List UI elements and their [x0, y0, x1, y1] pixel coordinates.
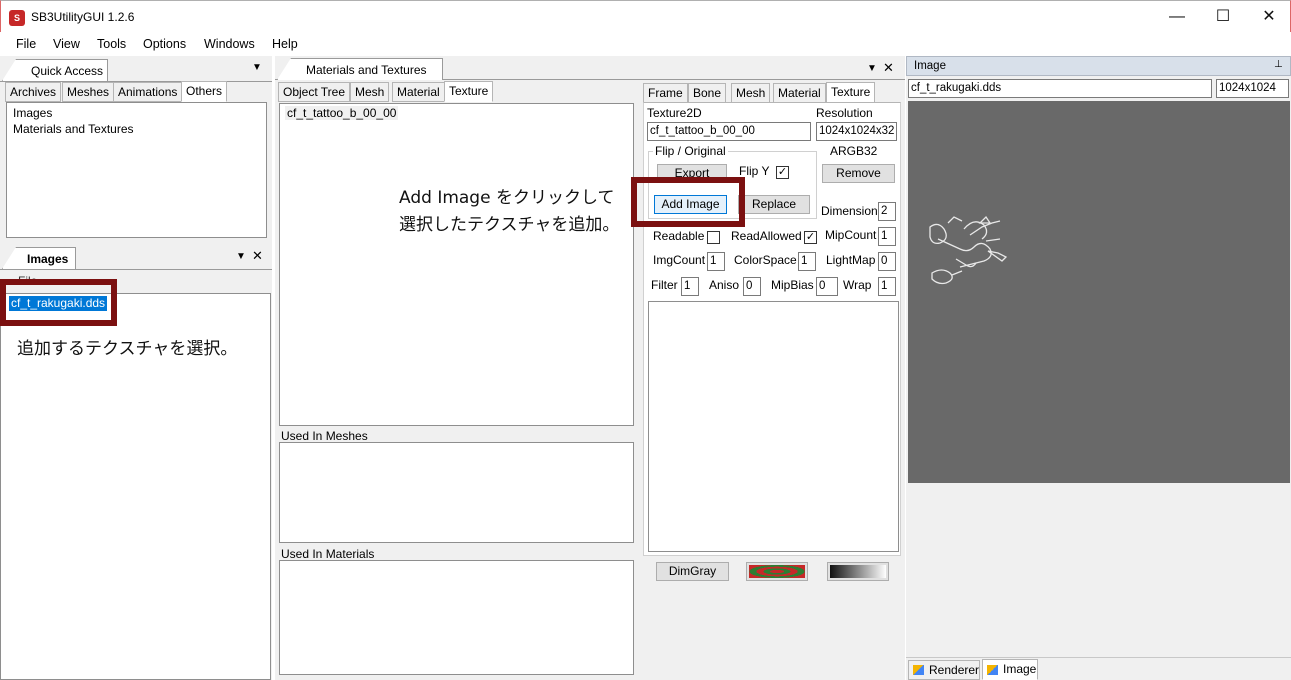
dimgray-button[interactable]: DimGray: [656, 562, 729, 581]
texture2d-field[interactable]: cf_t_tattoo_b_00_00: [647, 122, 811, 141]
used-in-materials-label: Used In Materials: [281, 547, 375, 561]
tab-mesh[interactable]: Mesh: [350, 82, 390, 102]
menu-bar: File View Tools Options Windows Help: [0, 32, 1291, 56]
wrap-field[interactable]: 1: [878, 277, 896, 296]
readable-checkbox[interactable]: [707, 231, 720, 244]
readallowed-label: ReadAllowed: [731, 229, 802, 243]
texture-preview-area: [648, 301, 899, 552]
texture2d-label: Texture2D: [647, 106, 702, 120]
materials-textures-tab[interactable]: Materials and Textures: [277, 58, 443, 80]
maximize-button[interactable]: ☐: [1200, 1, 1246, 33]
image-panel-header: Image ⊥: [906, 56, 1291, 76]
images-tab[interactable]: Images: [2, 247, 76, 269]
window-title: SB3UtilityGUI 1.2.6: [31, 10, 135, 24]
flip-y-label: Flip Y: [739, 164, 770, 178]
annotation-highlight-add-image: [631, 177, 745, 227]
quick-access-tab[interactable]: Quick Access: [2, 59, 108, 81]
lightmap-label: LightMap: [826, 253, 876, 267]
image-tab-icon: [987, 665, 998, 675]
bottom-tab-strip: Renderer Image: [906, 657, 1291, 680]
menu-tools[interactable]: Tools: [97, 37, 126, 51]
used-in-meshes-list: [279, 442, 634, 543]
mipbias-label: MipBias: [771, 278, 814, 292]
tab-material[interactable]: Material: [392, 82, 445, 102]
replace-button[interactable]: Replace: [738, 195, 810, 214]
used-in-meshes-label: Used In Meshes: [281, 429, 368, 443]
annotation-add-image-line1: Add Image をクリックして: [399, 188, 615, 208]
tab-archives[interactable]: Archives: [5, 82, 62, 102]
tab-object-tree[interactable]: Object Tree: [278, 82, 351, 102]
mipcount-field[interactable]: 1: [878, 227, 896, 246]
dimension-field[interactable]: 2: [878, 202, 896, 221]
dropdown-icon[interactable]: ▼: [867, 63, 877, 74]
tab-meshes[interactable]: Meshes: [62, 82, 115, 102]
list-item-texture[interactable]: cf_t_tattoo_b_00_00: [285, 106, 399, 120]
flip-y-checkbox[interactable]: ✓: [776, 166, 789, 179]
image-filename-field: cf_t_rakugaki.dds: [908, 79, 1212, 98]
dropdown-icon[interactable]: ▼: [252, 62, 262, 73]
filter-label: Filter: [651, 278, 678, 292]
menu-file[interactable]: File: [16, 37, 36, 51]
format-label: ARGB32: [830, 144, 878, 158]
pin-icon[interactable]: ⊥: [1274, 59, 1283, 70]
close-icon[interactable]: ✕: [883, 60, 894, 76]
imgcount-field[interactable]: 1: [707, 252, 725, 271]
quick-access-panel: Quick Access ▼ Archives Meshes Animation…: [0, 56, 272, 244]
editor-tab-frame[interactable]: Frame: [643, 83, 688, 103]
list-item-images[interactable]: Images: [13, 106, 52, 120]
menu-view[interactable]: View: [53, 37, 80, 51]
pattern-button[interactable]: [746, 562, 808, 581]
menu-options[interactable]: Options: [143, 37, 186, 51]
image-preview: [908, 101, 1290, 483]
annotation-select-texture: 追加するテクスチャを選択。: [17, 339, 238, 359]
texture-sketch-image: [929, 215, 1008, 285]
image-panel-title: Image: [914, 60, 946, 72]
wrap-label: Wrap: [843, 278, 872, 292]
annotation-highlight-file: [0, 279, 117, 326]
editor-tab-bone[interactable]: Bone: [688, 83, 727, 103]
tab-animations[interactable]: Animations: [113, 82, 183, 102]
aniso-label: Aniso: [709, 278, 740, 292]
quick-access-list: Images Materials and Textures: [6, 102, 267, 238]
close-button[interactable]: ✕: [1246, 1, 1291, 33]
app-icon: S: [9, 10, 25, 26]
list-item-materials-textures[interactable]: Materials and Textures: [13, 122, 134, 136]
image-panel: Image ⊥ cf_t_rakugaki.dds 1024x1024 Rend…: [906, 56, 1291, 680]
aniso-field[interactable]: 0: [743, 277, 761, 296]
title-bar: S SB3UtilityGUI 1.2.6 — ☐ ✕: [0, 0, 1291, 32]
dropdown-icon[interactable]: ▼: [236, 251, 246, 262]
dimension-label: Dimension: [821, 204, 878, 218]
mipbias-field[interactable]: 0: [816, 277, 838, 296]
colorspace-field[interactable]: 1: [798, 252, 816, 271]
tab-texture[interactable]: Texture: [444, 81, 494, 102]
image-size-field: 1024x1024: [1216, 79, 1289, 98]
used-in-materials-list: [279, 560, 634, 675]
remove-button[interactable]: Remove: [822, 164, 895, 183]
mipcount-label: MipCount: [825, 228, 877, 242]
resolution-label: Resolution: [816, 106, 873, 120]
minimize-button[interactable]: —: [1154, 1, 1200, 33]
menu-windows[interactable]: Windows: [204, 37, 255, 51]
filter-field[interactable]: 1: [681, 277, 699, 296]
renderer-tab-icon: [913, 665, 924, 675]
editor-tab-mesh[interactable]: Mesh: [731, 83, 771, 103]
texture-list: cf_t_tattoo_b_00_00: [279, 103, 634, 426]
close-icon[interactable]: ✕: [252, 248, 263, 264]
gradient-button[interactable]: [827, 562, 889, 581]
tab-others[interactable]: Others: [181, 81, 228, 102]
annotation-add-image-line2: 選択したテクスチャを追加。: [399, 215, 620, 235]
readable-label: Readable: [653, 229, 705, 243]
colorspace-label: ColorSpace: [734, 253, 797, 267]
imgcount-label: ImgCount: [653, 253, 706, 267]
readallowed-checkbox[interactable]: ✓: [804, 231, 817, 244]
materials-panel: Materials and Textures ▼ ✕ Object Tree M…: [275, 56, 905, 680]
lightmap-field[interactable]: 0: [878, 252, 896, 271]
flip-original-label: Flip / Original: [653, 144, 728, 158]
editor-tab-material[interactable]: Material: [773, 83, 826, 103]
menu-help[interactable]: Help: [272, 37, 298, 51]
editor-tab-texture[interactable]: Texture: [826, 82, 876, 103]
resolution-field: 1024x1024x32: [816, 122, 897, 141]
